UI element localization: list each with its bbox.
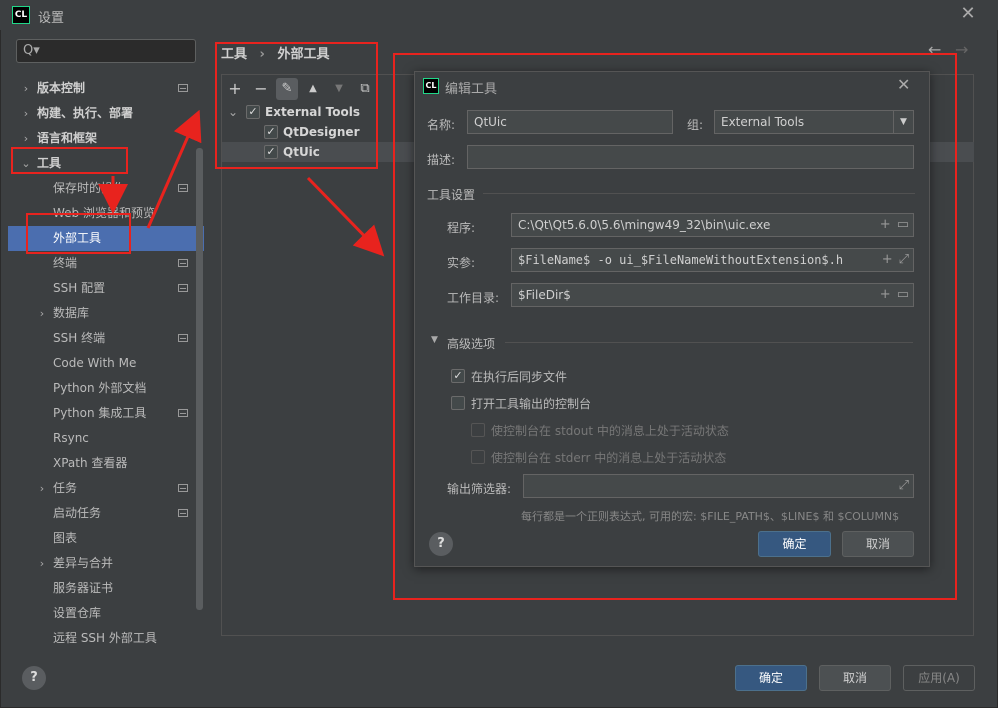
annotation-arrow xyxy=(146,109,202,229)
annotation-arrows xyxy=(98,109,385,257)
annotation-arrow xyxy=(306,176,385,257)
